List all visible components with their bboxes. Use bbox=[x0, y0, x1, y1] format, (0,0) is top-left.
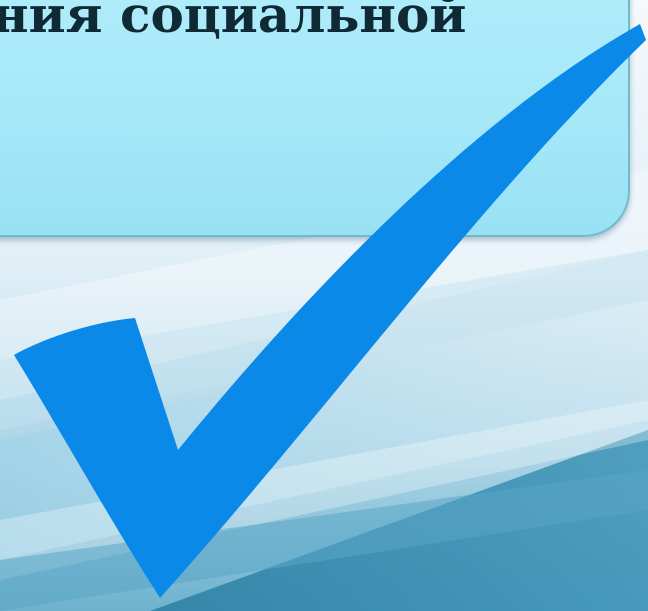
checkmark-icon bbox=[14, 24, 646, 598]
slide: ния социальной bbox=[0, 0, 648, 611]
